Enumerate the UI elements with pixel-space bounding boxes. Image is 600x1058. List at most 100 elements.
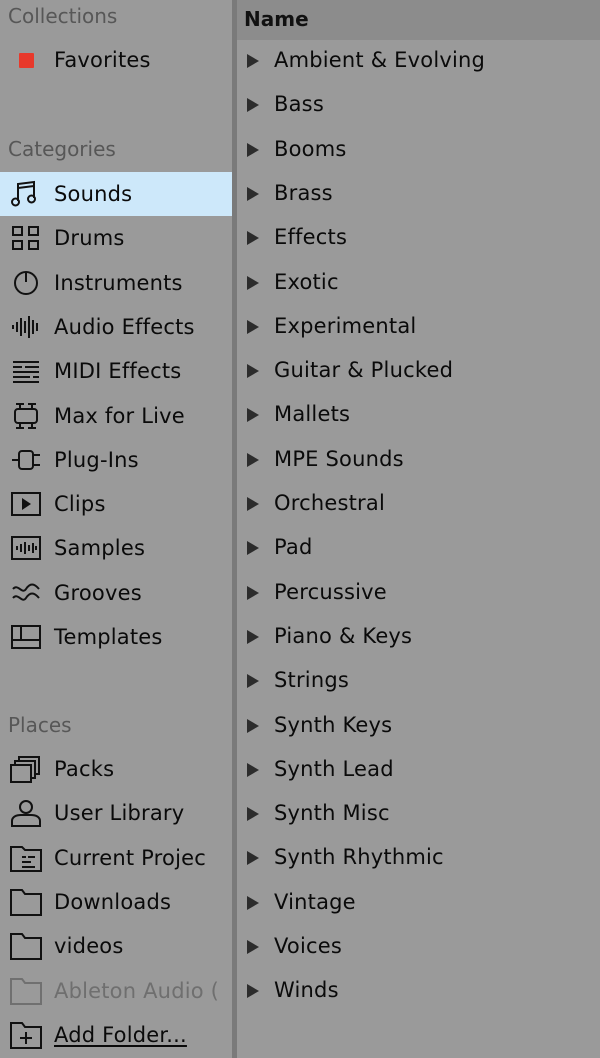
list-item-label: Booms bbox=[274, 136, 347, 161]
list-item-label: Exotic bbox=[274, 269, 339, 294]
categories-header: Categories bbox=[8, 137, 116, 161]
folder-icon bbox=[8, 886, 44, 918]
list-item[interactable]: Brass bbox=[237, 173, 600, 217]
collections-header: Collections bbox=[8, 4, 118, 28]
waveform-icon bbox=[8, 311, 44, 343]
expand-triangle-icon[interactable] bbox=[247, 541, 259, 556]
list-item-label: Synth Misc bbox=[274, 801, 390, 826]
list-item[interactable]: Synth Rhythmic bbox=[237, 837, 600, 881]
sidebar-item-label: Ableton Audio ( bbox=[54, 978, 220, 1003]
list-item-label: Pad bbox=[274, 535, 313, 560]
list-item[interactable]: Winds bbox=[237, 970, 600, 1014]
sidebar-item-label: Favorites bbox=[54, 48, 151, 72]
sidebar-item-label: Samples bbox=[54, 536, 146, 561]
expand-triangle-icon[interactable] bbox=[247, 319, 259, 334]
expand-triangle-icon[interactable] bbox=[247, 408, 259, 423]
user-icon bbox=[8, 797, 44, 829]
column-header[interactable]: Name bbox=[237, 0, 600, 40]
list-item-label: Synth Lead bbox=[274, 756, 394, 781]
list-item[interactable]: Synth Misc bbox=[237, 793, 600, 837]
sidebar-item-samples[interactable]: Samples bbox=[0, 526, 232, 570]
sidebar-item-drums[interactable]: Drums bbox=[0, 216, 232, 260]
list-item-label: Percussive bbox=[274, 579, 387, 604]
list-item[interactable]: Synth Lead bbox=[237, 749, 600, 793]
list-item[interactable]: Effects bbox=[237, 217, 600, 261]
expand-triangle-icon[interactable] bbox=[247, 452, 259, 467]
expand-triangle-icon[interactable] bbox=[247, 807, 259, 822]
list-item[interactable]: Bass bbox=[237, 84, 600, 128]
list-item[interactable]: Piano & Keys bbox=[237, 616, 600, 660]
sidebar-item-ableton-audio[interactable]: Ableton Audio ( bbox=[0, 969, 232, 1013]
list-item-label: Vintage bbox=[274, 889, 356, 914]
list-item[interactable]: Pad bbox=[237, 527, 600, 571]
sidebar-item-videos[interactable]: videos bbox=[0, 924, 232, 968]
expand-triangle-icon[interactable] bbox=[247, 940, 259, 954]
sidebar-item-label: Add Folder... bbox=[54, 1022, 187, 1047]
expand-triangle-icon[interactable] bbox=[247, 674, 259, 689]
template-icon bbox=[8, 621, 44, 653]
list-item[interactable]: MPE Sounds bbox=[237, 439, 600, 483]
expand-triangle-icon[interactable] bbox=[247, 142, 259, 157]
sidebar-item-audio-effects[interactable]: Audio Effects bbox=[0, 305, 232, 349]
list-item-label: Synth Keys bbox=[274, 712, 393, 737]
groove-wave-icon bbox=[8, 577, 44, 609]
list-item[interactable]: Guitar & Plucked bbox=[237, 350, 600, 394]
expand-triangle-icon[interactable] bbox=[247, 275, 259, 290]
plug-icon bbox=[8, 444, 44, 476]
clip-play-icon bbox=[8, 488, 44, 520]
list-item-label: MPE Sounds bbox=[274, 446, 404, 471]
expand-triangle-icon[interactable] bbox=[247, 718, 259, 733]
sidebar-item-sounds[interactable]: Sounds bbox=[0, 172, 232, 216]
sidebar-item-label: Templates bbox=[54, 625, 163, 649]
list-item[interactable]: Orchestral bbox=[237, 483, 600, 527]
sidebar-item-max-for-live[interactable]: Max for Live bbox=[0, 394, 232, 438]
sidebar-item-label: Instruments bbox=[54, 270, 183, 295]
sidebar-item-grooves[interactable]: Grooves bbox=[0, 571, 232, 615]
places-header: Places bbox=[8, 713, 72, 737]
music-note-icon bbox=[8, 178, 44, 210]
list-item[interactable]: Ambient & Evolving bbox=[237, 40, 600, 84]
expand-triangle-icon[interactable] bbox=[247, 186, 259, 201]
list-item[interactable]: Experimental bbox=[237, 306, 600, 350]
list-item[interactable]: Voices bbox=[237, 926, 600, 970]
list-item[interactable]: Strings bbox=[237, 660, 600, 704]
expand-triangle-icon[interactable] bbox=[247, 497, 259, 511]
expand-triangle-icon[interactable] bbox=[247, 762, 259, 777]
sidebar-item-label: Clips bbox=[54, 492, 106, 517]
expand-triangle-icon[interactable] bbox=[247, 851, 259, 866]
expand-triangle-icon[interactable] bbox=[247, 54, 259, 68]
list-item[interactable]: Mallets bbox=[237, 394, 600, 438]
sidebar-item-user-library[interactable]: User Library bbox=[0, 791, 232, 835]
sidebar-item-label: Packs bbox=[54, 757, 115, 781]
expand-triangle-icon[interactable] bbox=[247, 231, 259, 246]
expand-triangle-icon[interactable] bbox=[247, 364, 259, 379]
sidebar-item-packs[interactable]: Packs bbox=[0, 747, 232, 791]
drum-grid-icon bbox=[8, 222, 44, 254]
expand-triangle-icon[interactable] bbox=[247, 98, 259, 113]
browser-window: Collections Favorites Categories Sounds D… bbox=[0, 0, 600, 1058]
sidebar-item-instruments[interactable]: Instruments bbox=[0, 261, 232, 305]
sidebar: Collections Favorites Categories Sounds D… bbox=[0, 0, 232, 1058]
folder-icon bbox=[8, 930, 44, 962]
expand-triangle-icon[interactable] bbox=[247, 629, 259, 644]
sidebar-item-clips[interactable]: Clips bbox=[0, 482, 232, 526]
sidebar-item-add-folder[interactable]: Add Folder... bbox=[0, 1013, 232, 1057]
sidebar-item-current-projec[interactable]: Current Projec bbox=[0, 836, 232, 880]
power-knob-icon bbox=[8, 267, 44, 299]
list-item[interactable]: Exotic bbox=[237, 262, 600, 306]
list-item[interactable]: Synth Keys bbox=[237, 705, 600, 749]
list-item[interactable]: Booms bbox=[237, 129, 600, 173]
sidebar-item-downloads[interactable]: Downloads bbox=[0, 880, 232, 924]
sidebar-item-templates[interactable]: Templates bbox=[0, 615, 232, 659]
expand-triangle-icon[interactable] bbox=[247, 984, 259, 999]
sidebar-item-label: Max for Live bbox=[54, 403, 185, 428]
sidebar-item-label: MIDI Effects bbox=[54, 359, 182, 384]
list-item[interactable]: Percussive bbox=[237, 572, 600, 616]
sidebar-item-midi-effects[interactable]: MIDI Effects bbox=[0, 349, 232, 393]
sidebar-item-favorites[interactable]: Favorites bbox=[0, 38, 232, 82]
sidebar-item-plug-ins[interactable]: Plug-Ins bbox=[0, 438, 232, 482]
expand-triangle-icon[interactable] bbox=[247, 585, 259, 600]
list-item[interactable]: Vintage bbox=[237, 882, 600, 926]
expand-triangle-icon[interactable] bbox=[247, 895, 259, 910]
list-item-label: Guitar & Plucked bbox=[274, 358, 454, 383]
